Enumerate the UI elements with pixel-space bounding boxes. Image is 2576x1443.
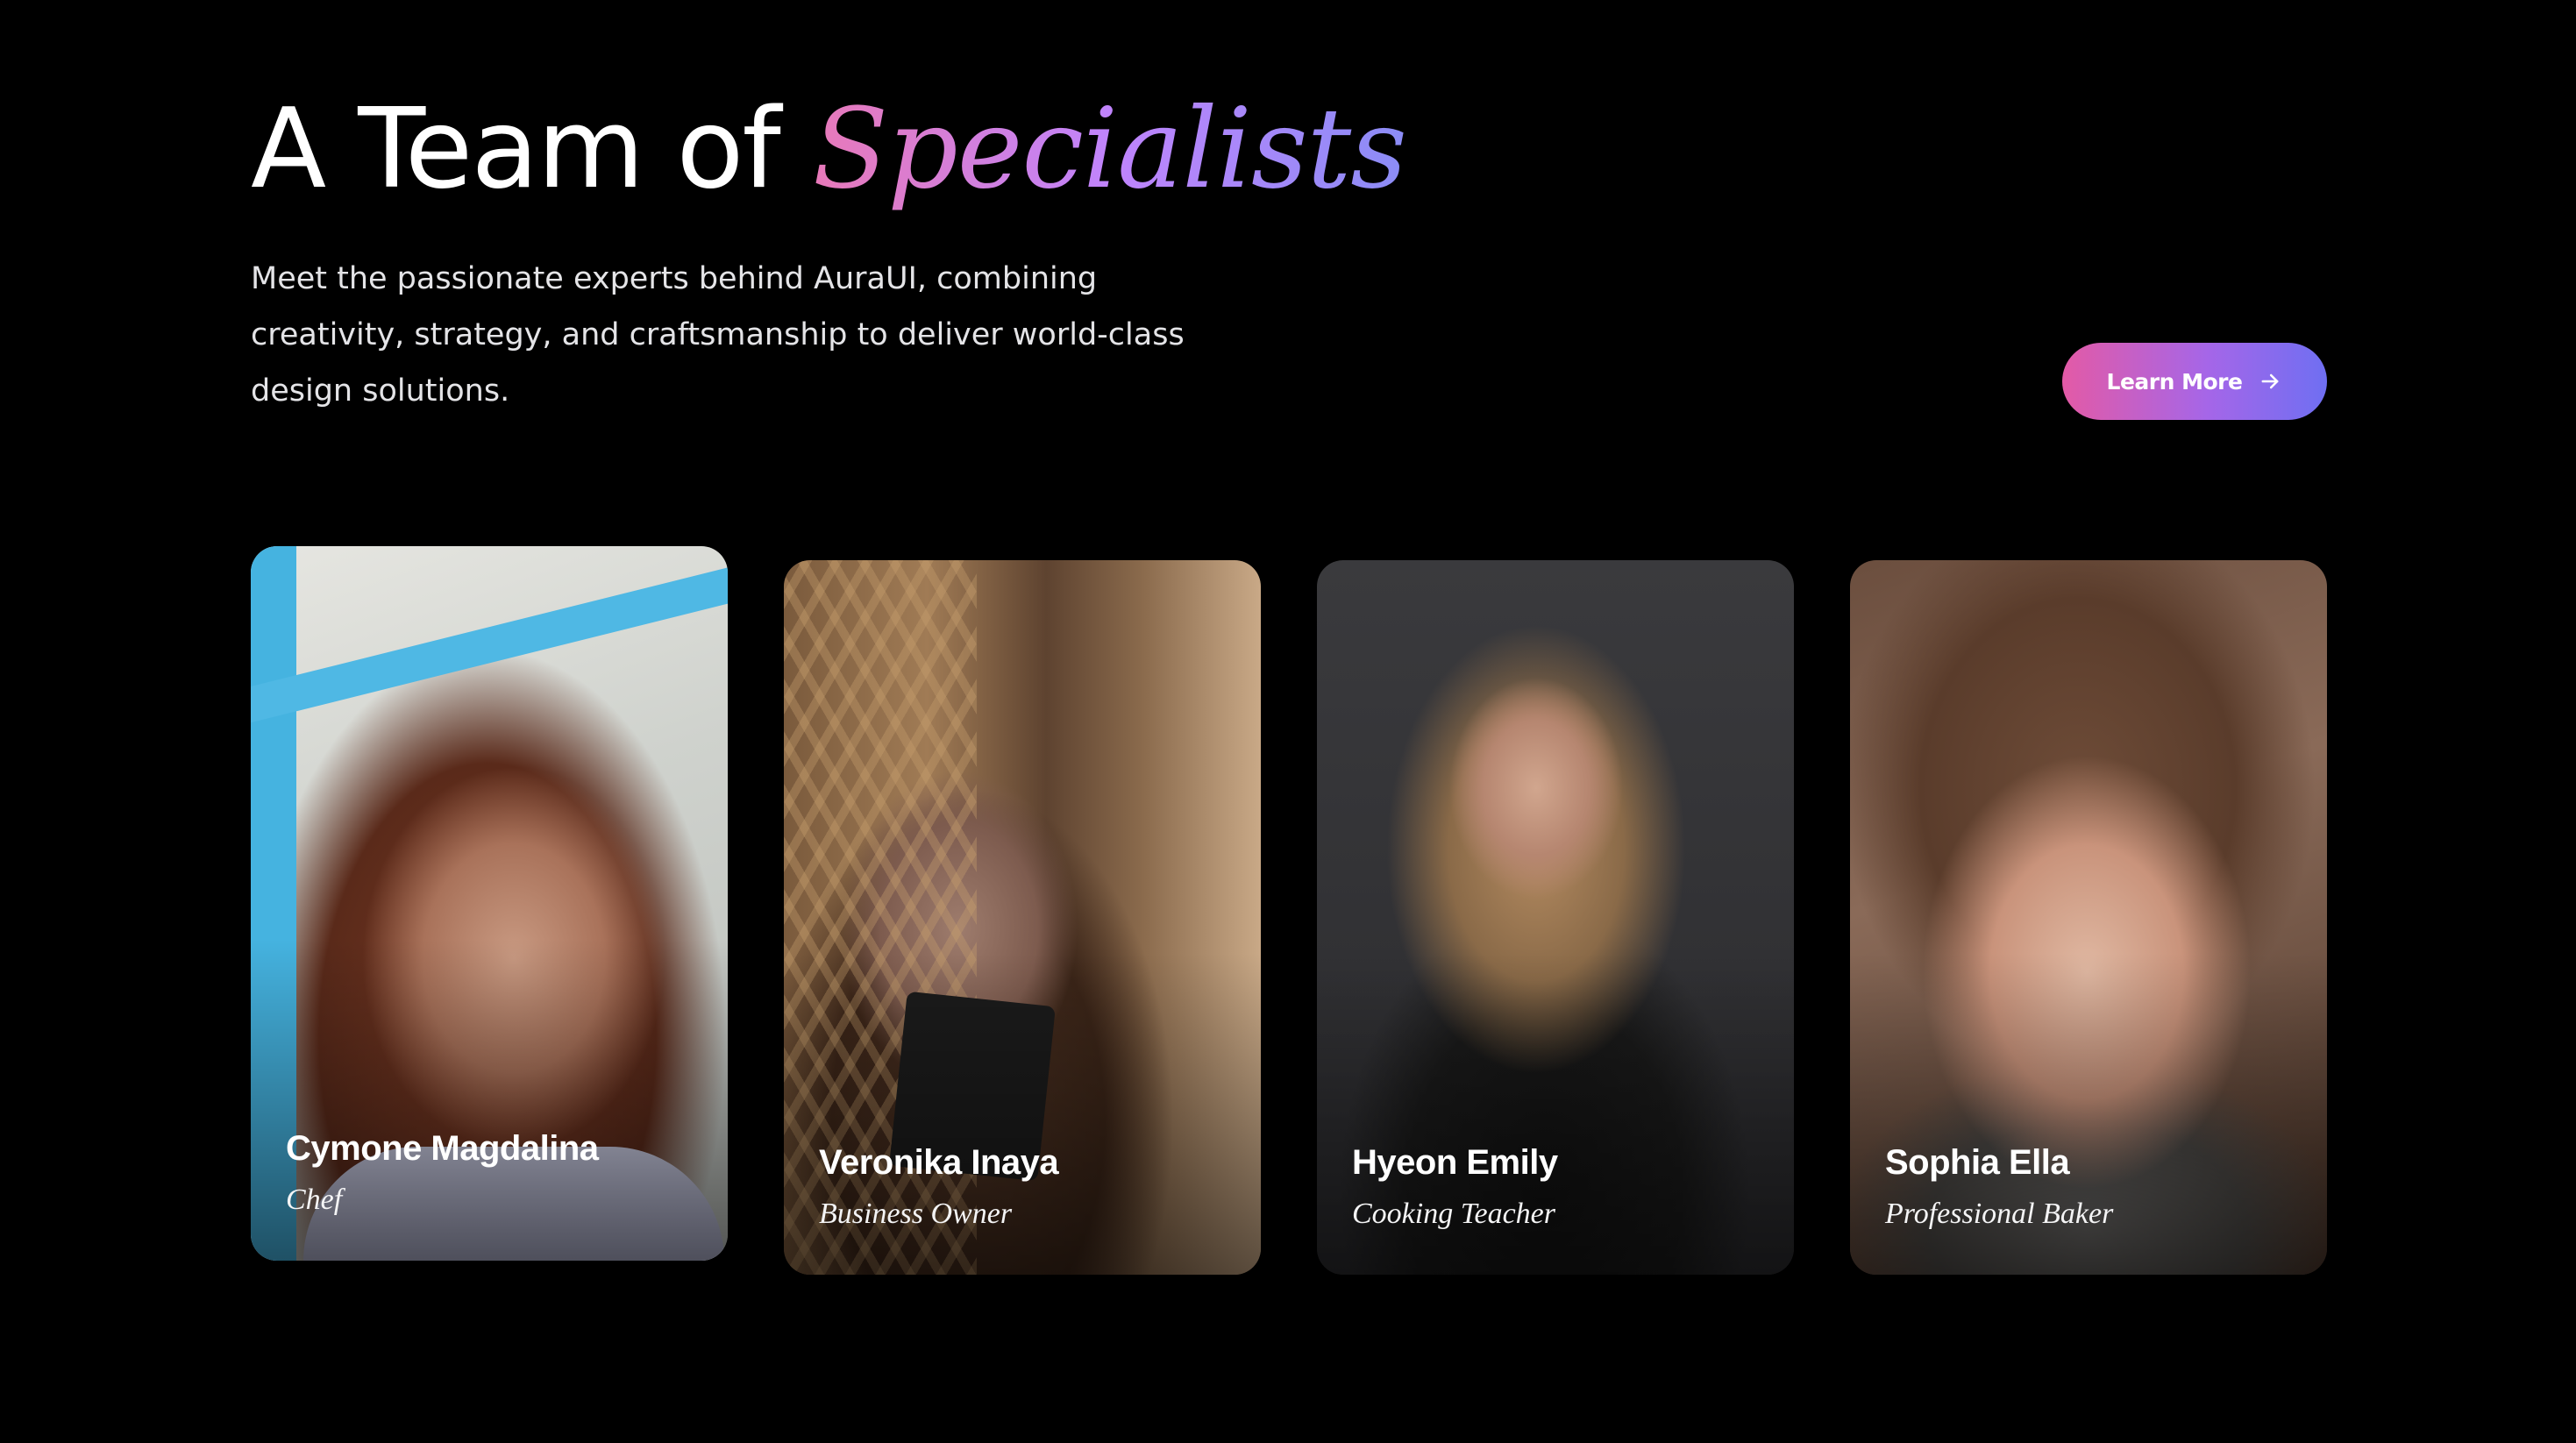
member-name: Cymone Magdalina (286, 1129, 599, 1168)
member-name: Sophia Ella (1885, 1143, 2070, 1182)
learn-more-button[interactable]: Learn More (2062, 343, 2327, 420)
section-title: A Team of Specialists (251, 79, 1407, 219)
member-name: Veronika Inaya (819, 1143, 1059, 1182)
member-role: Professional Baker (1885, 1198, 2114, 1230)
team-section: A Team of Specialists Meet the passionat… (0, 0, 2576, 1443)
arrow-right-icon (2262, 373, 2279, 389)
member-role: Chef (286, 1184, 343, 1216)
section-title-accent: Specialists (812, 84, 1407, 213)
team-card-cymone[interactable]: Cymone Magdalina Chef (251, 546, 728, 1261)
member-role: Business Owner (819, 1198, 1013, 1230)
member-name: Hyeon Emily (1352, 1143, 1558, 1182)
team-card-veronika[interactable]: Veronika Inaya Business Owner (784, 560, 1261, 1275)
section-title-plain: A Team of (251, 84, 813, 213)
section-description: Meet the passionate experts behind AuraU… (251, 261, 1185, 409)
team-card-sophia[interactable]: Sophia Ella Professional Baker (1850, 560, 2327, 1275)
learn-more-label: Learn More (2106, 368, 2243, 395)
team-card-hyeon[interactable]: Hyeon Emily Cooking Teacher (1317, 560, 1794, 1275)
member-role: Cooking Teacher (1352, 1198, 1556, 1230)
